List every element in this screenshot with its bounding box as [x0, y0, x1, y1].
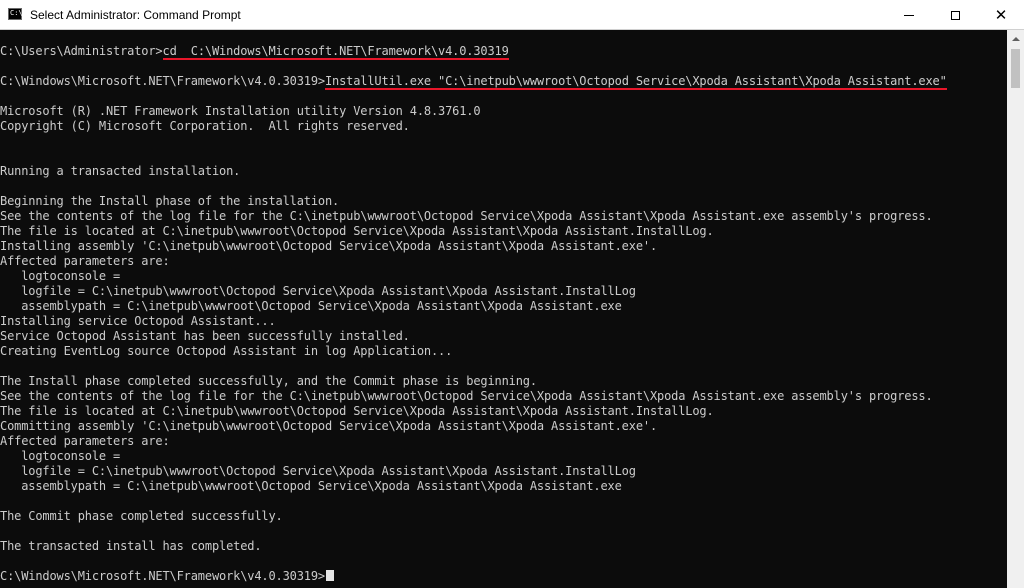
line-text: Installing assembly 'C:\inetpub\wwwroot\… [0, 239, 658, 253]
output-line: logtoconsole = [0, 449, 1007, 464]
output-line: Committing assembly 'C:\inetpub\wwwroot\… [0, 419, 1007, 434]
output-line: The Commit phase completed successfully. [0, 509, 1007, 524]
vertical-scrollbar[interactable] [1007, 30, 1024, 588]
output-line: Microsoft (R) .NET Framework Installatio… [0, 104, 1007, 119]
line-text: Copyright (C) Microsoft Corporation. All… [0, 119, 410, 133]
line-text: logfile = C:\inetpub\wwwroot\Octopod Ser… [0, 464, 636, 478]
line-text: Creating EventLog source Octopod Assista… [0, 344, 453, 358]
maximize-icon [950, 10, 960, 20]
output-line: Service Octopod Assistant has been succe… [0, 329, 1007, 344]
output-line: The transacted install has completed. [0, 539, 1007, 554]
line-text: See the contents of the log file for the… [0, 209, 933, 223]
close-button[interactable]: ✕ [978, 0, 1024, 30]
output-line: Copyright (C) Microsoft Corporation. All… [0, 119, 1007, 134]
line-text: The file is located at C:\inetpub\wwwroo… [0, 404, 714, 418]
output-line: assemblypath = C:\inetpub\wwwroot\Octopo… [0, 299, 1007, 314]
minimize-icon [904, 14, 914, 16]
window-title: Select Administrator: Command Prompt [30, 8, 241, 22]
close-icon: ✕ [994, 5, 1008, 24]
output-line: Creating EventLog source Octopod Assista… [0, 344, 1007, 359]
output-line: The Install phase completed successfully… [0, 374, 1007, 389]
output-line: Installing assembly 'C:\inetpub\wwwroot\… [0, 239, 1007, 254]
line-text: Microsoft (R) .NET Framework Installatio… [0, 104, 481, 118]
line-text: The transacted install has completed. [0, 539, 262, 553]
output-line: Installing service Octopod Assistant... [0, 314, 1007, 329]
line-text: assemblypath = C:\inetpub\wwwroot\Octopo… [0, 299, 622, 313]
command-line: C:\Users\Administrator>cd C:\Windows\Mic… [0, 44, 1007, 60]
output-line: Affected parameters are: [0, 434, 1007, 449]
scrollbar-thumb[interactable] [1011, 49, 1020, 88]
output-line: logfile = C:\inetpub\wwwroot\Octopod Ser… [0, 464, 1007, 479]
output-line: logfile = C:\inetpub\wwwroot\Octopod Ser… [0, 284, 1007, 299]
title-bar[interactable]: C:\ Select Administrator: Command Prompt… [0, 0, 1024, 30]
line-text: C:\Users\Administrator> [0, 44, 163, 58]
line-text: The Commit phase completed successfully. [0, 509, 283, 523]
line-text: C:\Windows\Microsoft.NET\Framework\v4.0.… [0, 74, 325, 88]
line-text: The Install phase completed successfully… [0, 374, 537, 388]
line-text: logfile = C:\inetpub\wwwroot\Octopod Ser… [0, 284, 636, 298]
output-line: Affected parameters are: [0, 254, 1007, 269]
line-text: See the contents of the log file for the… [0, 389, 933, 403]
line-text: Committing assembly 'C:\inetpub\wwwroot\… [0, 419, 658, 433]
line-text: Service Octopod Assistant has been succe… [0, 329, 410, 343]
line-text: logtoconsole = [0, 449, 121, 463]
cmd-app-icon: C:\ [8, 8, 23, 20]
output-line: logtoconsole = [0, 269, 1007, 284]
line-text: Affected parameters are: [0, 434, 170, 448]
line-text: Running a transacted installation. [0, 164, 241, 178]
output-line: The file is located at C:\inetpub\wwwroo… [0, 224, 1007, 239]
output-line: The file is located at C:\inetpub\wwwroo… [0, 404, 1007, 419]
output-line: See the contents of the log file for the… [0, 389, 1007, 404]
minimize-button[interactable] [886, 0, 932, 30]
prompt-line: C:\Windows\Microsoft.NET\Framework\v4.0.… [0, 569, 1007, 584]
line-text: Installing service Octopod Assistant... [0, 314, 276, 328]
output-line: Beginning the Install phase of the insta… [0, 194, 1007, 209]
line-text: Affected parameters are: [0, 254, 170, 268]
line-text: logtoconsole = [0, 269, 121, 283]
command-line: C:\Windows\Microsoft.NET\Framework\v4.0.… [0, 74, 1007, 90]
underlined-command: cd C:\Windows\Microsoft.NET\Framework\v4… [162, 44, 509, 60]
maximize-button[interactable] [932, 0, 978, 30]
line-text: C:\Windows\Microsoft.NET\Framework\v4.0.… [0, 569, 325, 583]
output-line: See the contents of the log file for the… [0, 209, 1007, 224]
line-text: assemblypath = C:\inetpub\wwwroot\Octopo… [0, 479, 622, 493]
scroll-up-button[interactable] [1007, 30, 1024, 47]
output-line: Running a transacted installation. [0, 164, 1007, 179]
underlined-command: InstallUtil.exe "C:\inetpub\wwwroot\Octo… [324, 74, 947, 90]
output-line: assemblypath = C:\inetpub\wwwroot\Octopo… [0, 479, 1007, 494]
arrow-up-icon [1011, 36, 1020, 41]
line-text: Beginning the Install phase of the insta… [0, 194, 340, 208]
console-output[interactable]: C:\Users\Administrator>cd C:\Windows\Mic… [0, 30, 1007, 588]
text-cursor [325, 570, 334, 581]
command-prompt-window: C:\ Select Administrator: Command Prompt… [0, 0, 1024, 588]
line-text: The file is located at C:\inetpub\wwwroo… [0, 224, 714, 238]
